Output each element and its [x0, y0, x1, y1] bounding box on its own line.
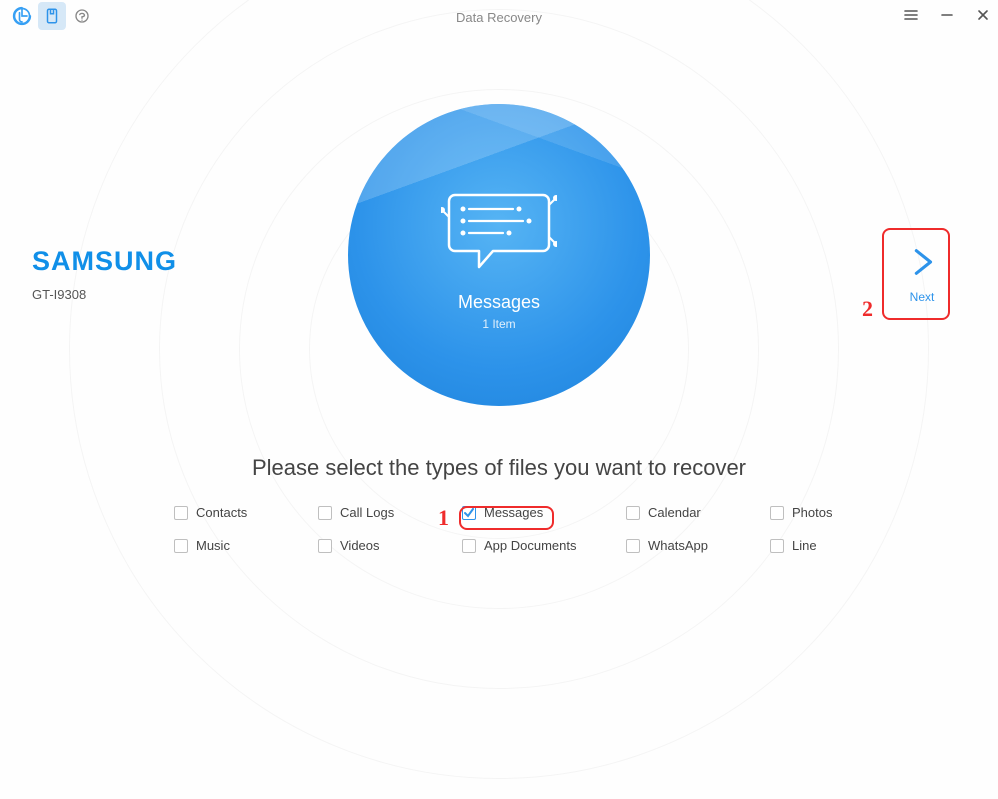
checkbox-icon: [462, 506, 476, 520]
filetype-line[interactable]: Line: [770, 538, 870, 553]
nav-data-icon[interactable]: [38, 2, 66, 30]
device-brand: SAMSUNG: [32, 246, 177, 277]
menu-icon[interactable]: [902, 6, 920, 24]
filetype-label: Messages: [484, 505, 543, 520]
filetype-label: Line: [792, 538, 817, 553]
filetype-app-documents[interactable]: App Documents: [462, 538, 626, 553]
nav-tools-icon[interactable]: [68, 2, 96, 30]
filetype-label: Contacts: [196, 505, 247, 520]
next-button[interactable]: Next: [894, 236, 950, 312]
selection-title: Messages: [458, 292, 540, 313]
device-model: GT-I9308: [32, 287, 177, 302]
annotation-num-2: 2: [862, 296, 873, 322]
device-info: SAMSUNG GT-I9308: [32, 246, 177, 302]
selection-summary-circle: Messages 1 Item: [348, 104, 650, 406]
filetype-calendar[interactable]: Calendar: [626, 505, 770, 520]
filetype-photos[interactable]: Photos: [770, 505, 870, 520]
checkbox-icon: [770, 539, 784, 553]
nav-home-icon[interactable]: [8, 2, 36, 30]
filetype-messages[interactable]: Messages: [462, 505, 626, 520]
file-type-grid: Contacts Call Logs Messages Calendar Pho…: [174, 505, 870, 553]
checkbox-icon: [626, 539, 640, 553]
messages-circuit-icon: [441, 183, 557, 284]
checkbox-icon: [174, 539, 188, 553]
close-icon[interactable]: [974, 6, 992, 24]
top-left-icons: [0, 0, 104, 34]
minimize-icon[interactable]: [938, 6, 956, 24]
chevron-right-icon: [905, 245, 939, 284]
filetype-whatsapp[interactable]: WhatsApp: [626, 538, 770, 553]
window-controls: [902, 6, 992, 24]
selection-count: 1 Item: [482, 317, 515, 331]
filetype-label: Call Logs: [340, 505, 394, 520]
filetype-label: App Documents: [484, 538, 577, 553]
window-title: Data Recovery: [456, 10, 542, 25]
checkbox-icon: [626, 506, 640, 520]
filetype-call-logs[interactable]: Call Logs: [318, 505, 462, 520]
checkbox-icon: [770, 506, 784, 520]
filetype-label: Videos: [340, 538, 380, 553]
filetype-contacts[interactable]: Contacts: [174, 505, 318, 520]
checkbox-icon: [318, 506, 332, 520]
filetype-label: WhatsApp: [648, 538, 708, 553]
checkbox-icon: [462, 539, 476, 553]
instruction-text: Please select the types of files you wan…: [0, 455, 998, 481]
filetype-music[interactable]: Music: [174, 538, 318, 553]
filetype-label: Calendar: [648, 505, 701, 520]
filetype-label: Photos: [792, 505, 832, 520]
titlebar: Data Recovery: [0, 0, 998, 32]
next-label: Next: [910, 290, 935, 304]
filetype-label: Music: [196, 538, 230, 553]
checkbox-icon: [318, 539, 332, 553]
filetype-videos[interactable]: Videos: [318, 538, 462, 553]
checkbox-icon: [174, 506, 188, 520]
